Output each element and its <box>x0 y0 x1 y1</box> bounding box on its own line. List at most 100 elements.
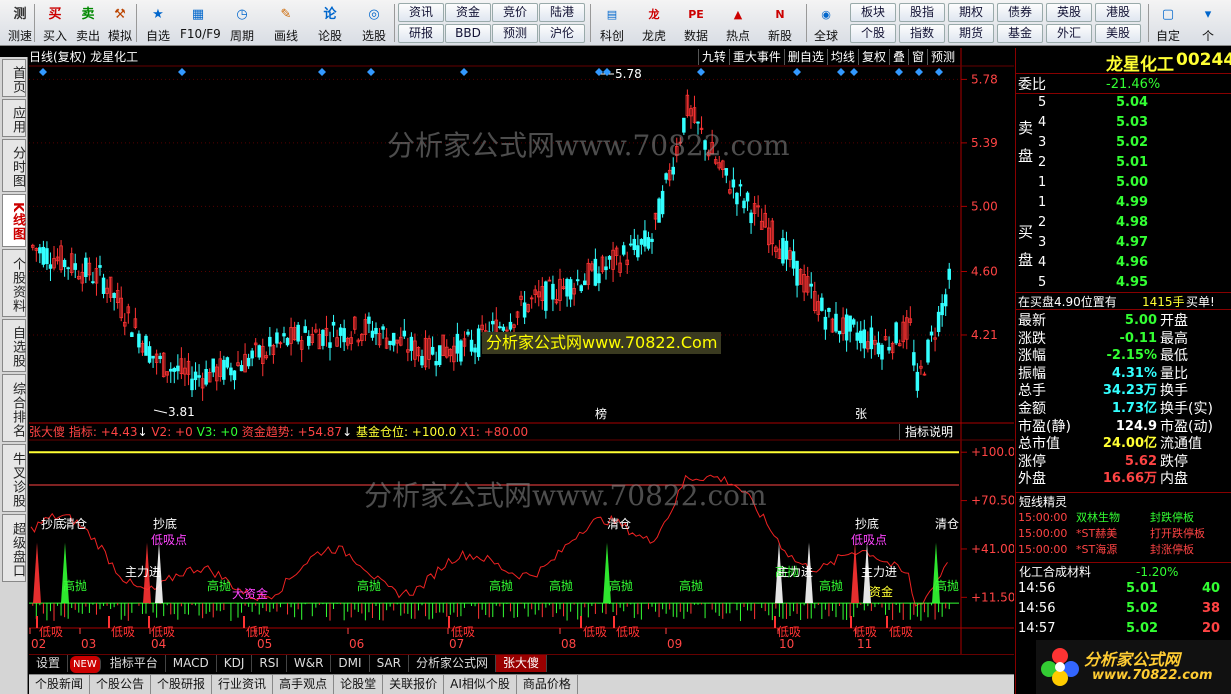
sprite-row[interactable]: 15:00:00 双林生物 封跌停板 <box>1016 510 1231 526</box>
indicator-tab[interactable]: DMI <box>331 655 370 672</box>
indicator-tab[interactable]: MACD <box>166 655 217 672</box>
new-stock-button[interactable]: N 新股 <box>762 1 798 45</box>
dragon-tiger-button[interactable]: 龙龙虎 <box>636 1 672 45</box>
candle-body <box>848 315 852 332</box>
global-button[interactable]: ◉ 全球 <box>808 1 844 45</box>
sell-level-row[interactable]: 5 5.04 <box>1016 94 1231 112</box>
news-tab[interactable]: 论股堂 <box>334 675 384 694</box>
left-nav-tab[interactable]: 综合排名 <box>2 374 26 442</box>
draw-button[interactable]: ✎ 画线 <box>268 1 304 45</box>
toolbar-grid-button[interactable]: 预测 <box>492 24 538 43</box>
candle-body <box>820 297 824 311</box>
chart-tab[interactable]: 均线 <box>826 49 858 65</box>
candle-body <box>197 375 201 378</box>
indicator-tab[interactable]: 张大傻 <box>495 655 547 672</box>
chart-tab[interactable]: 复权 <box>857 49 889 65</box>
chart-tab[interactable]: 预测 <box>926 49 958 65</box>
indicator-tab[interactable]: SAR <box>370 655 409 672</box>
news-tab[interactable]: 个股研报 <box>151 675 213 694</box>
indicator-tab[interactable]: W&R <box>287 655 332 672</box>
news-tab[interactable]: 行业资讯 <box>212 675 274 694</box>
news-tab[interactable]: 个股新闻 <box>29 675 91 694</box>
toolbar-grid-button[interactable]: 港股 <box>1095 3 1141 22</box>
toolbar-grid-button[interactable]: 股指 <box>899 3 945 22</box>
simulate-button[interactable]: ⚒ 模拟 <box>102 1 138 45</box>
custom-button[interactable]: ▢ 自定 <box>1150 1 1186 45</box>
candle-body <box>795 260 799 286</box>
left-nav-tab[interactable]: 个股资料 <box>2 249 26 317</box>
buy-level-row[interactable]: 2 4.98 <box>1016 214 1231 232</box>
chart-tab[interactable]: 窗 <box>907 49 927 65</box>
indicator-tab[interactable]: 设置 <box>29 655 69 672</box>
toolbar-grid-button[interactable]: 指数 <box>899 24 945 43</box>
sector-row[interactable]: 化工合成材料 -1.20% <box>1016 562 1231 580</box>
f10-button[interactable]: ▦ F10/F9 <box>180 1 221 45</box>
toolbar-grid-button[interactable]: 期货 <box>948 24 994 43</box>
pick-stock-button[interactable]: ◎ 选股 <box>356 1 392 45</box>
news-tab[interactable]: AI相似个股 <box>444 675 517 694</box>
sell-button[interactable]: 卖卖出 <box>70 1 106 45</box>
kline-chart-area[interactable]: 5.78 5.39 5.00 4.60 4.21 5.78 3.81 榜 张 +100.0 +70.… <box>29 48 1014 658</box>
toolbar-grid-button[interactable]: 资金 <box>445 3 491 22</box>
buy-level-row[interactable]: 4 4.96 <box>1016 254 1231 272</box>
sell-level-row[interactable]: 3 5.02 <box>1016 134 1231 152</box>
toolbar-grid-button[interactable]: 债券 <box>997 3 1043 22</box>
period-button[interactable]: ◷ 周期 <box>224 1 260 45</box>
news-tab[interactable]: 高手观点 <box>273 675 335 694</box>
data-button[interactable]: PE 数据 <box>678 1 714 45</box>
toolbar-grid-button[interactable]: 美股 <box>1095 24 1141 43</box>
indicator-tab[interactable]: RSI <box>252 655 287 672</box>
buy-button[interactable]: 买买入 <box>37 1 73 45</box>
toolbar-grid-button[interactable]: 英股 <box>1046 3 1092 22</box>
news-tab[interactable]: 关联报价 <box>383 675 445 694</box>
indicator-tab[interactable]: KDJ <box>217 655 253 672</box>
buy-level-row[interactable]: 1 4.99 <box>1016 194 1231 212</box>
news-tab[interactable]: 个股公告 <box>90 675 152 694</box>
star-market-button[interactable]: ▤ 科创 <box>594 1 630 45</box>
left-nav-tab[interactable]: 分时图 <box>2 139 26 192</box>
left-nav-tab[interactable]: 自选股 <box>2 319 26 372</box>
indicator-tab[interactable]: 指标平台 <box>103 655 166 672</box>
speedtest-button[interactable]: 测测速 <box>2 1 38 45</box>
toolbar-separator <box>34 4 35 42</box>
price-tick-label: 5.39 <box>971 136 998 150</box>
individual-button[interactable]: ▾ 个 <box>1190 1 1226 45</box>
chart-tab[interactable]: 重大事件 <box>728 49 784 65</box>
news-tab[interactable]: 商品价格 <box>517 675 578 694</box>
chart-tab[interactable]: 叠 <box>888 49 908 65</box>
chart-tab[interactable]: 九转 <box>697 49 729 65</box>
left-nav-tab[interactable]: 首页 <box>2 59 26 97</box>
sell-level-row[interactable]: 2 5.01 <box>1016 154 1231 172</box>
toolbar-grid-button[interactable]: 竞价 <box>492 3 538 22</box>
toolbar-grid-button[interactable]: 研报 <box>398 24 444 43</box>
indicator-tab[interactable]: 分析家公式网 <box>409 655 496 672</box>
sprite-row[interactable]: 15:00:00 *ST海源 封涨停板 <box>1016 542 1231 558</box>
discuss-button[interactable]: 论论股 <box>312 1 348 45</box>
sell-level-row[interactable]: 1 5.00 <box>1016 174 1231 192</box>
left-nav-tab[interactable]: 应用 <box>2 99 26 137</box>
sell-level-row[interactable]: 4 5.03 <box>1016 114 1231 132</box>
toolbar-grid-button[interactable]: 板块 <box>850 3 896 22</box>
buy-level-row[interactable]: 5 4.95 <box>1016 274 1231 292</box>
toolbar-grid-button[interactable]: 资讯 <box>398 3 444 22</box>
hotspot-button[interactable]: ▲ 热点 <box>720 1 756 45</box>
sprite-row[interactable]: 15:00:00 *ST赫美 打开跌停板 <box>1016 526 1231 542</box>
toolbar-grid-button[interactable]: 基金 <box>997 24 1043 43</box>
toolbar-grid-button[interactable]: 沪伦 <box>539 24 585 43</box>
buy-level-row[interactable]: 3 4.97 <box>1016 234 1231 252</box>
indicator-help-link[interactable]: 指标说明 <box>899 424 953 440</box>
price-tick-label: 5.78 <box>971 72 998 86</box>
toolbar-grid-button[interactable]: 外汇 <box>1046 24 1092 43</box>
left-nav-tab[interactable]: K线图 <box>2 194 26 247</box>
toolbar-grid-button[interactable]: BBD <box>445 24 491 43</box>
watchlist-button[interactable]: ★ 自选 <box>140 1 176 45</box>
left-nav-tab[interactable]: 超级盘口 <box>2 514 26 582</box>
toolbar-grid-button[interactable]: 期权 <box>948 3 994 22</box>
sprite-title-row[interactable]: 短线精灵 <box>1016 492 1231 510</box>
chart-tab[interactable]: 删自选 <box>783 49 827 65</box>
stat-value: 5.62 <box>1124 453 1157 469</box>
left-nav-tab[interactable]: 牛叉诊股 <box>2 444 26 512</box>
candle-body <box>544 281 548 311</box>
toolbar-grid-button[interactable]: 陆港 <box>539 3 585 22</box>
toolbar-grid-button[interactable]: 个股 <box>850 24 896 43</box>
